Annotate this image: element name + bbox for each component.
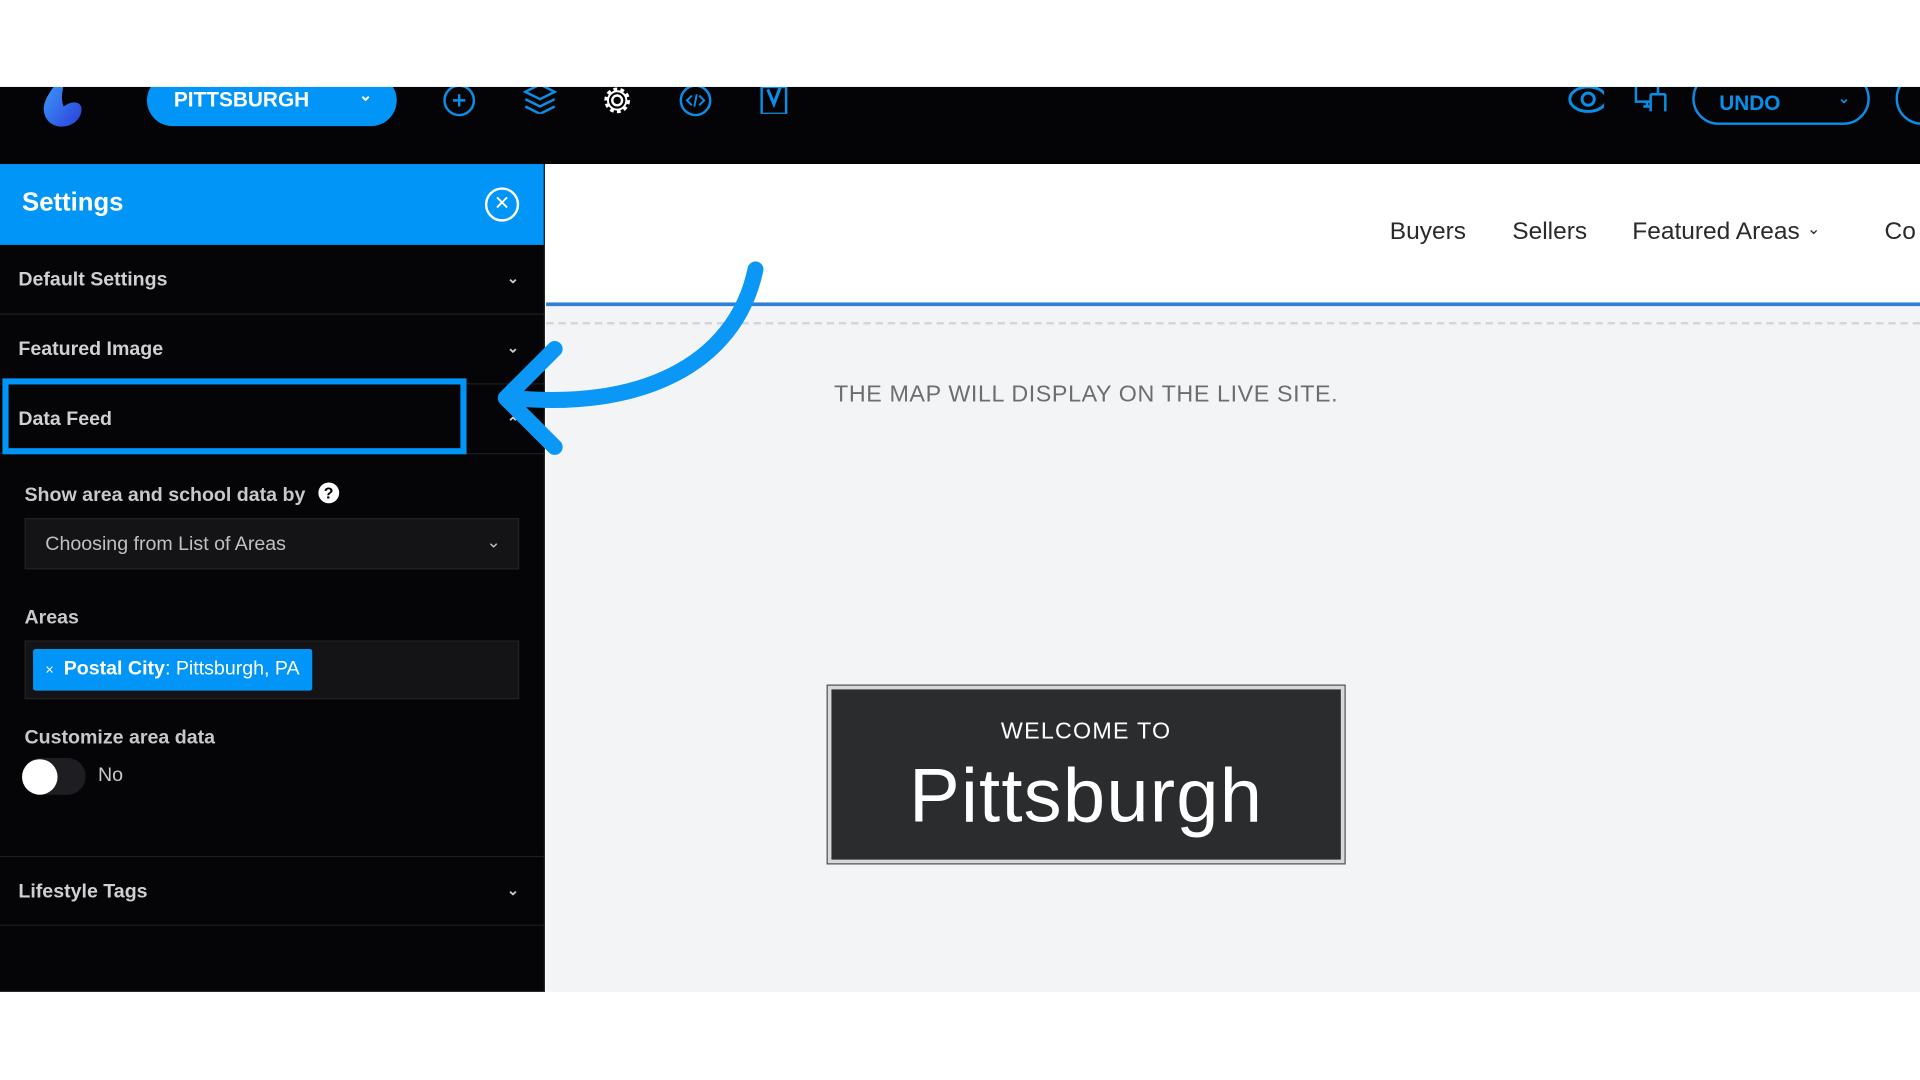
customize-label: Customize area data bbox=[24, 727, 216, 749]
remove-tag-icon[interactable]: × bbox=[45, 661, 54, 678]
undo-button[interactable]: UNDO ⌄ bbox=[1692, 86, 1870, 125]
areas-input[interactable]: × Postal City: Pittsburgh, PA bbox=[24, 640, 520, 700]
section-label: Lifestyle Tags bbox=[18, 881, 148, 903]
highlight-box bbox=[2, 378, 467, 455]
site-nav: Buyers Sellers Featured Areas ⌄ Co bbox=[546, 164, 1920, 307]
site-selector-label: PITTSBURGH bbox=[173, 88, 310, 112]
area-tag-key: Postal City bbox=[63, 658, 165, 680]
settings-title: Settings bbox=[22, 188, 124, 217]
undo-label: UNDO bbox=[1719, 91, 1781, 116]
settings-header: Settings ✕ bbox=[0, 164, 544, 245]
devices-icon[interactable] bbox=[1633, 86, 1670, 112]
nav-sellers[interactable]: Sellers bbox=[1512, 218, 1587, 246]
chevron-down-icon: ⌄ bbox=[506, 339, 520, 357]
section-default-settings[interactable]: Default Settings ⌄ bbox=[0, 245, 544, 315]
section-featured-image[interactable]: Featured Image ⌄ bbox=[0, 315, 544, 385]
logo-icon[interactable] bbox=[37, 86, 86, 131]
chevron-down-icon: ⌄ bbox=[506, 881, 520, 899]
areas-label: Areas bbox=[24, 607, 79, 629]
plus-circle-icon[interactable] bbox=[442, 86, 479, 117]
chevron-down-icon[interactable]: ⌄ bbox=[1838, 89, 1850, 106]
welcome-small: WELCOME TO bbox=[1000, 718, 1172, 745]
eye-icon[interactable] bbox=[1567, 86, 1605, 114]
welcome-banner: WELCOME TO Pittsburgh bbox=[827, 685, 1345, 864]
customize-toggle[interactable] bbox=[22, 757, 86, 795]
chevron-down-icon: ⌄ bbox=[1807, 219, 1821, 238]
welcome-city: Pittsburgh bbox=[909, 754, 1264, 839]
divider bbox=[546, 322, 1920, 325]
show-by-value: Choosing from List of Areas bbox=[45, 533, 286, 555]
customize-value: No bbox=[97, 765, 124, 787]
editor-screen: PITTSBURGH ⌄ UNDO ⌄ Settings ✕ Default Sett… bbox=[0, 0, 1920, 1080]
help-icon[interactable]: ? bbox=[318, 482, 339, 504]
data-feed-content: Show area and school data by ? Choosing … bbox=[0, 454, 544, 856]
top-toolbar: PITTSBURGH ⌄ UNDO ⌄ bbox=[0, 86, 1920, 165]
code-icon[interactable] bbox=[678, 86, 715, 117]
settings-panel: Settings ✕ Default Settings ⌄ Featured Ima… bbox=[0, 164, 545, 992]
chevron-down-icon: ⌄ bbox=[506, 269, 520, 287]
section-label: Default Settings bbox=[18, 269, 168, 291]
yoast-icon[interactable] bbox=[758, 86, 795, 114]
nav-featured-areas[interactable]: Featured Areas ⌄ bbox=[1632, 218, 1820, 246]
section-label: Featured Image bbox=[18, 339, 164, 361]
area-tag: × Postal City: Pittsburgh, PA bbox=[33, 648, 312, 691]
chevron-up-icon: ⌃ bbox=[506, 413, 520, 432]
gear-icon[interactable] bbox=[600, 87, 637, 115]
layers-icon[interactable] bbox=[522, 86, 559, 114]
nav-contact[interactable]: Co bbox=[1885, 218, 1916, 246]
toggle-knob bbox=[22, 759, 58, 795]
map-placeholder-message: THE MAP WILL DISPLAY ON THE LIVE SITE. bbox=[833, 382, 1339, 408]
publish-button[interactable] bbox=[1895, 86, 1920, 125]
show-by-select[interactable]: Choosing from List of Areas ⌄ bbox=[24, 517, 520, 570]
area-tag-value: : Pittsburgh, PA bbox=[164, 658, 300, 680]
chevron-down-icon: ⌄ bbox=[486, 531, 501, 552]
chevron-down-icon: ⌄ bbox=[358, 86, 373, 105]
section-lifestyle-tags[interactable]: Lifestyle Tags ⌄ bbox=[0, 855, 544, 926]
site-selector-dropdown[interactable]: PITTSBURGH ⌄ bbox=[146, 86, 397, 127]
page-preview: Buyers Sellers Featured Areas ⌄ Co THE MA… bbox=[546, 164, 1920, 992]
close-icon[interactable]: ✕ bbox=[484, 187, 520, 222]
nav-buyers[interactable]: Buyers bbox=[1390, 218, 1466, 246]
show-by-label: Show area and school data by ? bbox=[24, 482, 339, 506]
